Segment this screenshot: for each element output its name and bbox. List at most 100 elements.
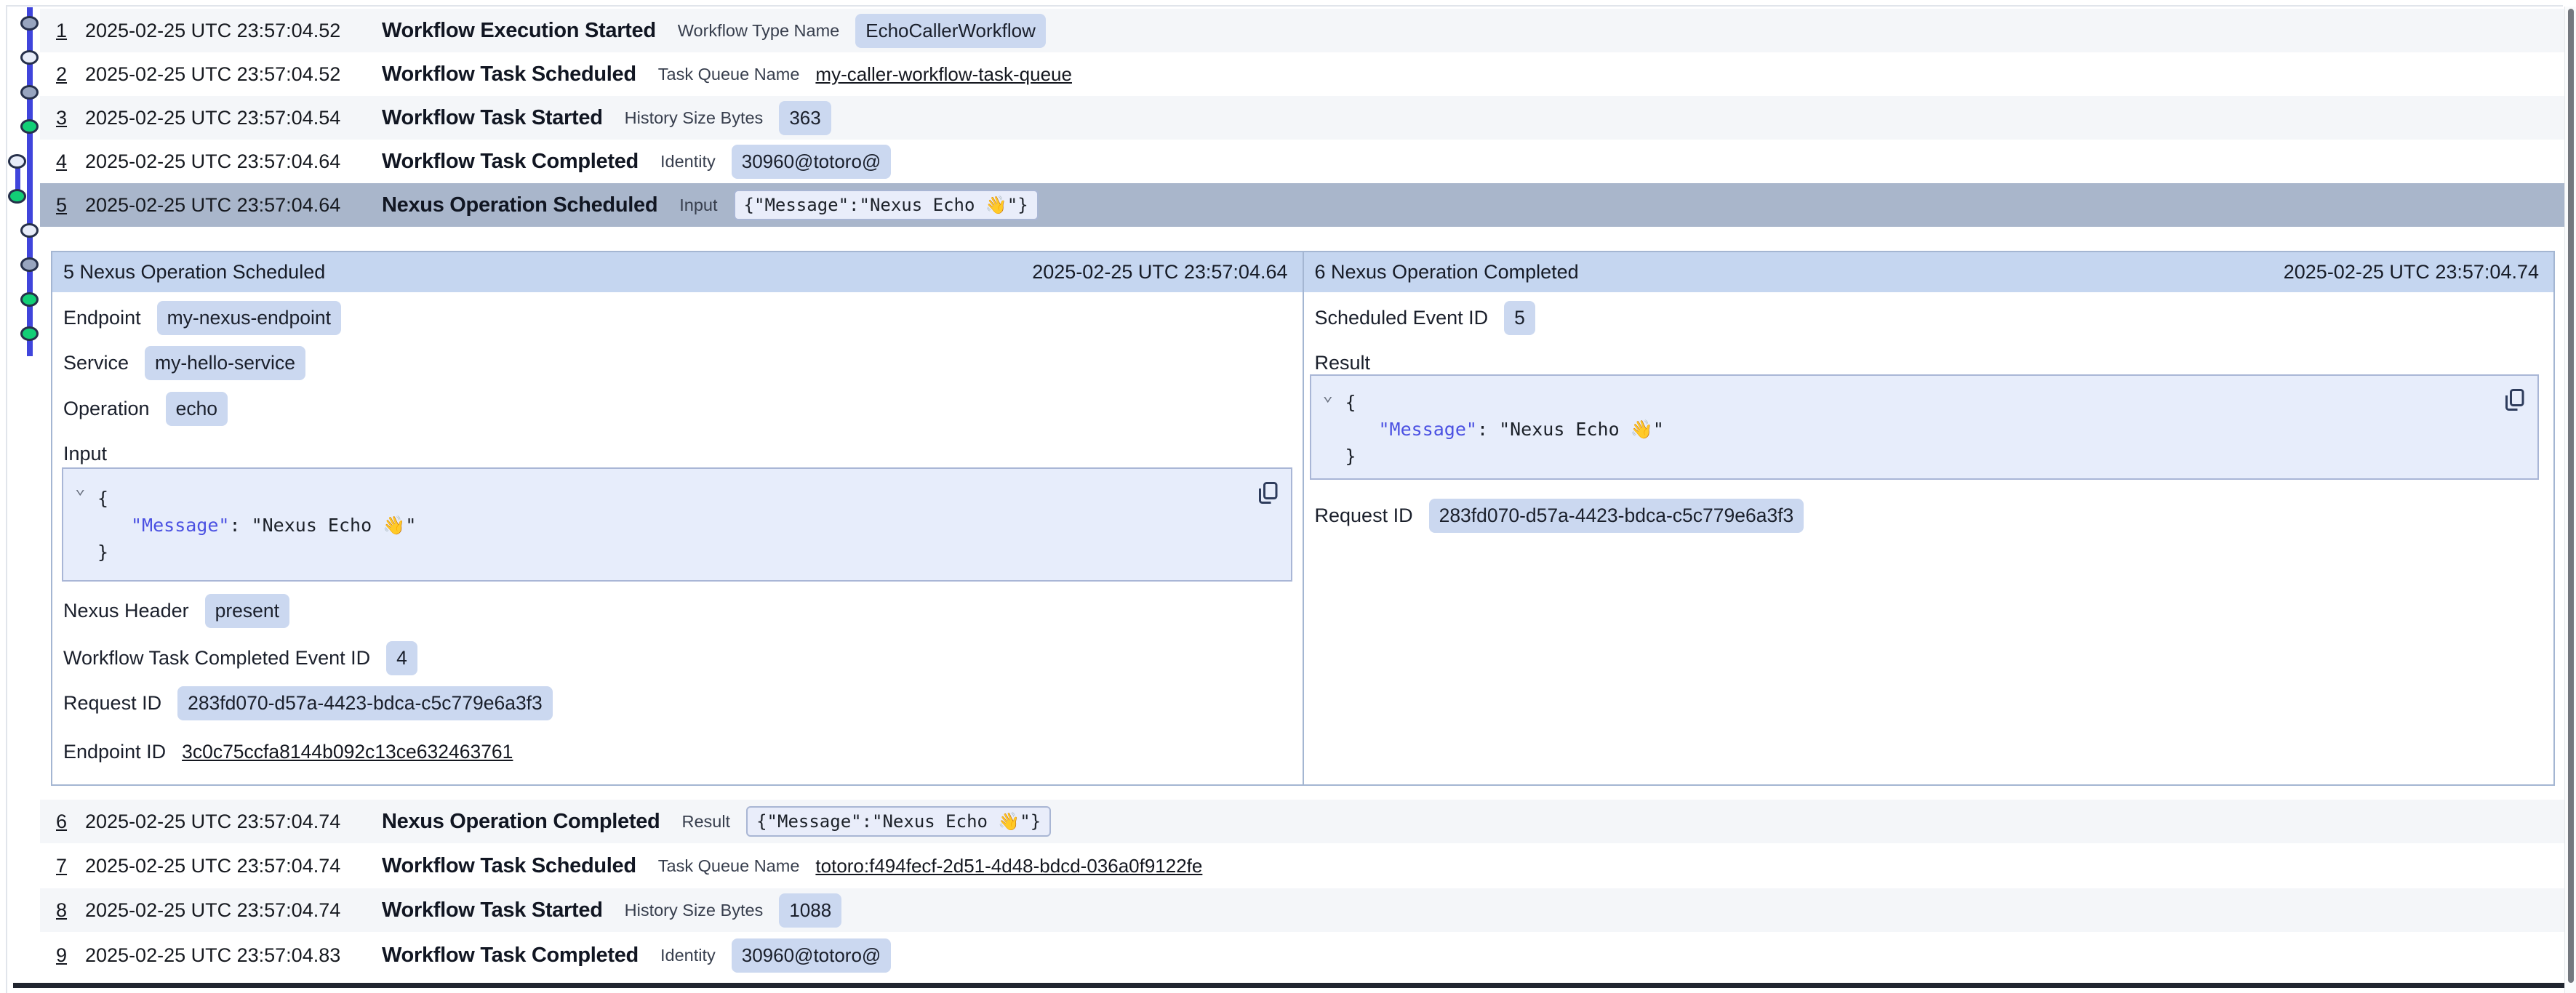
field-label: Input [63, 443, 107, 465]
timeline-dot-6[interactable] [8, 189, 26, 204]
panel-header: 5 Nexus Operation Scheduled 2025-02-25 U… [52, 252, 1303, 292]
field-operation: Operation echo [63, 391, 228, 426]
field-value-badge: 4 [386, 641, 417, 675]
task-queue-link[interactable]: totoro:f494fecf-2d51-4d48-bdcd-036a0f912… [815, 855, 1202, 877]
field-label: Request ID [63, 692, 161, 715]
field-value-badge: 283fd070-d57a-4423-bdca-c5c779e6a3f3 [1429, 499, 1804, 533]
next-section-top-border [13, 983, 2567, 988]
event-id-link[interactable]: 4 [56, 150, 72, 173]
field-value-badge: present [205, 594, 289, 628]
json-key: "Message" [131, 515, 229, 536]
field-request-id: Request ID 283fd070-d57a-4423-bdca-c5c77… [1315, 498, 1804, 533]
copy-icon[interactable] [1255, 479, 1281, 507]
panel-body: Scheduled Event ID 5 Result ⌄ { "Message… [1304, 292, 2554, 784]
timeline-dot-4[interactable] [20, 119, 39, 134]
panel-nexus-operation-scheduled: 5 Nexus Operation Scheduled 2025-02-25 U… [52, 252, 1304, 784]
scrollbar-thumb[interactable] [2568, 9, 2574, 983]
event-detail-label: Workflow Type Name [678, 21, 839, 41]
field-label: Scheduled Event ID [1315, 307, 1489, 329]
panel-body: Endpoint my-nexus-endpoint Service my-he… [52, 292, 1303, 784]
timeline-dot-1[interactable] [20, 16, 39, 31]
event-name: Workflow Task Completed [382, 150, 639, 174]
event-name: Workflow Task Scheduled [382, 63, 636, 87]
panel-nexus-operation-completed: 6 Nexus Operation Completed 2025-02-25 U… [1304, 252, 2554, 784]
event-row-6[interactable]: 6 2025-02-25 UTC 23:57:04.74 Nexus Opera… [40, 800, 2567, 843]
collapse-chevron-icon[interactable]: ⌄ [1323, 386, 1333, 403]
event-detail-label: Task Queue Name [658, 65, 800, 84]
timeline-dot-5[interactable] [8, 154, 26, 169]
content-left-border [6, 5, 7, 993]
field-label: Result [1315, 352, 1371, 374]
event-name: Workflow Execution Started [382, 19, 656, 43]
event-id-link[interactable]: 8 [56, 899, 72, 922]
field-label: Endpoint [63, 307, 141, 329]
field-wtc-event-id: Workflow Task Completed Event ID 4 [63, 640, 417, 675]
field-label: Service [63, 352, 129, 374]
panel-title: 5 Nexus Operation Scheduled [63, 261, 325, 284]
event-name: Nexus Operation Scheduled [382, 193, 657, 217]
event-row-5-selected[interactable]: 5 2025-02-25 UTC 23:57:04.64 Nexus Opera… [40, 183, 2567, 227]
endpoint-id-link[interactable]: 3c0c75ccfa8144b092c13ce632463761 [182, 741, 513, 763]
event-detail-badge: 30960@totoro@ [732, 145, 892, 179]
panel-timestamp: 2025-02-25 UTC 23:57:04.64 [1032, 261, 1287, 284]
field-endpoint: Endpoint my-nexus-endpoint [63, 300, 341, 335]
event-row-3[interactable]: 3 2025-02-25 UTC 23:57:04.54 Workflow Ta… [40, 96, 2567, 140]
event-row-4[interactable]: 4 2025-02-25 UTC 23:57:04.64 Workflow Ta… [40, 140, 2567, 183]
event-name: Workflow Task Scheduled [382, 854, 636, 878]
event-detail-label: History Size Bytes [625, 108, 764, 128]
field-nexus-header: Nexus Header present [63, 593, 289, 628]
field-endpoint-id: Endpoint ID 3c0c75ccfa8144b092c13ce63246… [63, 734, 513, 769]
event-row-1[interactable]: 1 2025-02-25 UTC 23:57:04.52 Workflow Ex… [40, 9, 2567, 52]
event-row-9[interactable]: 9 2025-02-25 UTC 23:57:04.83 Workflow Ta… [40, 933, 2567, 977]
event-id-link[interactable]: 5 [56, 194, 72, 217]
event-detail-badge: 1088 [779, 893, 841, 928]
input-json-viewer: ⌄ { "Message": "Nexus Echo 👋" } [62, 467, 1292, 582]
timeline-dot-3[interactable] [20, 85, 39, 100]
event-row-8[interactable]: 8 2025-02-25 UTC 23:57:04.74 Workflow Ta… [40, 888, 2567, 932]
task-queue-link[interactable]: my-caller-workflow-task-queue [815, 63, 1072, 86]
field-value-badge: my-hello-service [145, 346, 305, 380]
field-label: Request ID [1315, 504, 1413, 527]
event-id-link[interactable]: 3 [56, 107, 72, 129]
json-content: { "Message": "Nexus Echo 👋" } [63, 469, 1291, 566]
event-name: Workflow Task Started [382, 106, 603, 130]
event-timestamp: 2025-02-25 UTC 23:57:04.74 [85, 899, 382, 922]
field-label: Nexus Header [63, 600, 189, 622]
event-name: Workflow Task Completed [382, 944, 639, 968]
field-value-badge: 5 [1504, 301, 1535, 335]
event-detail-label: Task Queue Name [658, 856, 800, 876]
event-id-link[interactable]: 2 [56, 63, 72, 86]
json-content: { "Message": "Nexus Echo 👋" } [1311, 376, 2537, 470]
field-label: Operation [63, 398, 150, 420]
timeline-dot-9[interactable] [20, 292, 39, 307]
event-name: Workflow Task Started [382, 898, 603, 922]
event-id-link[interactable]: 6 [56, 811, 72, 833]
field-scheduled-event-id: Scheduled Event ID 5 [1315, 300, 1535, 335]
copy-icon[interactable] [2501, 386, 2527, 414]
content-top-border [6, 5, 2563, 7]
event-detail-badge: EchoCallerWorkflow [855, 14, 1046, 48]
timeline-dot-7[interactable] [20, 223, 39, 238]
event-id-link[interactable]: 9 [56, 944, 72, 967]
field-label: Endpoint ID [63, 741, 166, 763]
event-id-link[interactable]: 7 [56, 855, 72, 877]
timeline-dot-10[interactable] [20, 326, 39, 341]
event-id-link[interactable]: 1 [56, 20, 72, 42]
result-json-viewer: ⌄ { "Message": "Nexus Echo 👋" } [1310, 374, 2539, 480]
event-detail-label: History Size Bytes [625, 901, 764, 920]
event-timestamp: 2025-02-25 UTC 23:57:04.74 [85, 855, 382, 877]
timeline-dot-2[interactable] [20, 50, 39, 65]
collapse-chevron-icon[interactable]: ⌄ [75, 479, 85, 496]
event-result-json-badge: {"Message":"Nexus Echo 👋"} [746, 806, 1051, 837]
timeline-dot-8[interactable] [20, 257, 39, 272]
panel-title: 6 Nexus Operation Completed [1315, 261, 1579, 284]
field-service: Service my-hello-service [63, 345, 305, 380]
field-input-label: Input [63, 436, 123, 471]
event-row-2[interactable]: 2 2025-02-25 UTC 23:57:04.52 Workflow Ta… [40, 52, 2567, 96]
event-timestamp: 2025-02-25 UTC 23:57:04.64 [85, 150, 382, 173]
event-row-7[interactable]: 7 2025-02-25 UTC 23:57:04.74 Workflow Ta… [40, 844, 2567, 888]
panel-header: 6 Nexus Operation Completed 2025-02-25 U… [1304, 252, 2554, 292]
event-input-json-badge: {"Message":"Nexus Echo 👋"} [734, 190, 1039, 220]
field-value-badge: 283fd070-d57a-4423-bdca-c5c779e6a3f3 [177, 686, 553, 720]
event-detail-panel: 5 Nexus Operation Scheduled 2025-02-25 U… [51, 251, 2555, 786]
